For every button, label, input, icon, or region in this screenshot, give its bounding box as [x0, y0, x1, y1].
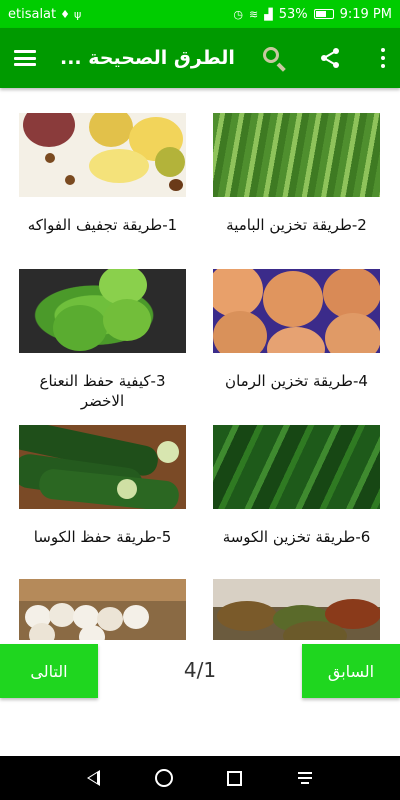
list-item[interactable]: 6-طريقة تخزين الكوسة	[213, 425, 380, 547]
notification-pull-icon[interactable]	[297, 770, 313, 786]
item-caption: 3-كيفية حفظ النعناع الاخضر	[39, 372, 166, 410]
more-vert-icon[interactable]	[380, 48, 386, 68]
items-grid: 2-طريقة تخزين البامية 1-طريقة تجفيف الفو…	[0, 88, 400, 640]
list-item[interactable]: 5-طريقة حفظ الكوسا	[19, 425, 186, 547]
notification-icon: ♦	[60, 7, 70, 21]
spices-image	[213, 579, 380, 640]
pomegranate-image	[213, 269, 380, 353]
status-left: etisalat ♦ ψ	[8, 7, 81, 22]
list-item[interactable]: 4-طريقة تخزين الرمان	[213, 269, 380, 391]
pager: التالى 4/1 السابق	[0, 644, 400, 698]
list-item[interactable]: 3-كيفية حفظ النعناع الاخضر	[19, 269, 186, 411]
list-item[interactable]: 1-طريقة تجفيف الفواكه	[19, 113, 186, 235]
system-nav-bar	[0, 756, 400, 800]
mint-image	[19, 269, 186, 353]
item-caption: 6-طريقة تخزين الكوسة	[222, 528, 371, 546]
garlic-image	[19, 579, 186, 640]
app-title: الطرق الصحيحة ...	[60, 47, 235, 69]
status-right: ◷ ≋ ▟ 53% 9:19 PM	[233, 7, 392, 22]
previous-button[interactable]: السابق	[302, 644, 400, 698]
item-caption: 2-طريقة تخزين البامية	[226, 216, 367, 234]
battery-icon	[313, 9, 334, 19]
alarm-icon: ◷	[233, 7, 244, 21]
back-icon[interactable]	[87, 770, 101, 786]
carrier-name: etisalat	[8, 6, 57, 22]
item-caption: 4-طريقة تخزين الرمان	[225, 372, 368, 390]
home-icon[interactable]	[154, 769, 173, 787]
usb-icon: ψ	[74, 7, 82, 21]
zucchini-image	[19, 425, 186, 509]
search-icon[interactable]	[261, 45, 287, 72]
list-item[interactable]: 2-طريقة تخزين البامية	[213, 113, 380, 235]
battery-percent: 53%	[278, 6, 308, 22]
signal-icon: ▟	[264, 7, 273, 21]
item-caption: 1-طريقة تجفيف الفواكه	[27, 216, 178, 234]
wifi-icon: ≋	[249, 7, 259, 21]
status-bar: etisalat ♦ ψ ◷ ≋ ▟ 53% 9:19 PM	[0, 0, 400, 28]
list-item[interactable]	[213, 579, 380, 640]
dried-fruit-image	[19, 113, 186, 197]
menu-icon[interactable]	[14, 50, 36, 66]
item-caption: 5-طريقة حفظ الكوسا	[33, 528, 172, 546]
zucchini-image	[213, 425, 380, 509]
clock: 9:19 PM	[339, 6, 392, 22]
recents-icon[interactable]	[227, 770, 243, 786]
app-bar: الطرق الصحيحة ...	[0, 28, 400, 88]
list-item[interactable]	[19, 579, 186, 640]
okra-image	[213, 113, 380, 197]
share-icon[interactable]	[319, 47, 341, 69]
